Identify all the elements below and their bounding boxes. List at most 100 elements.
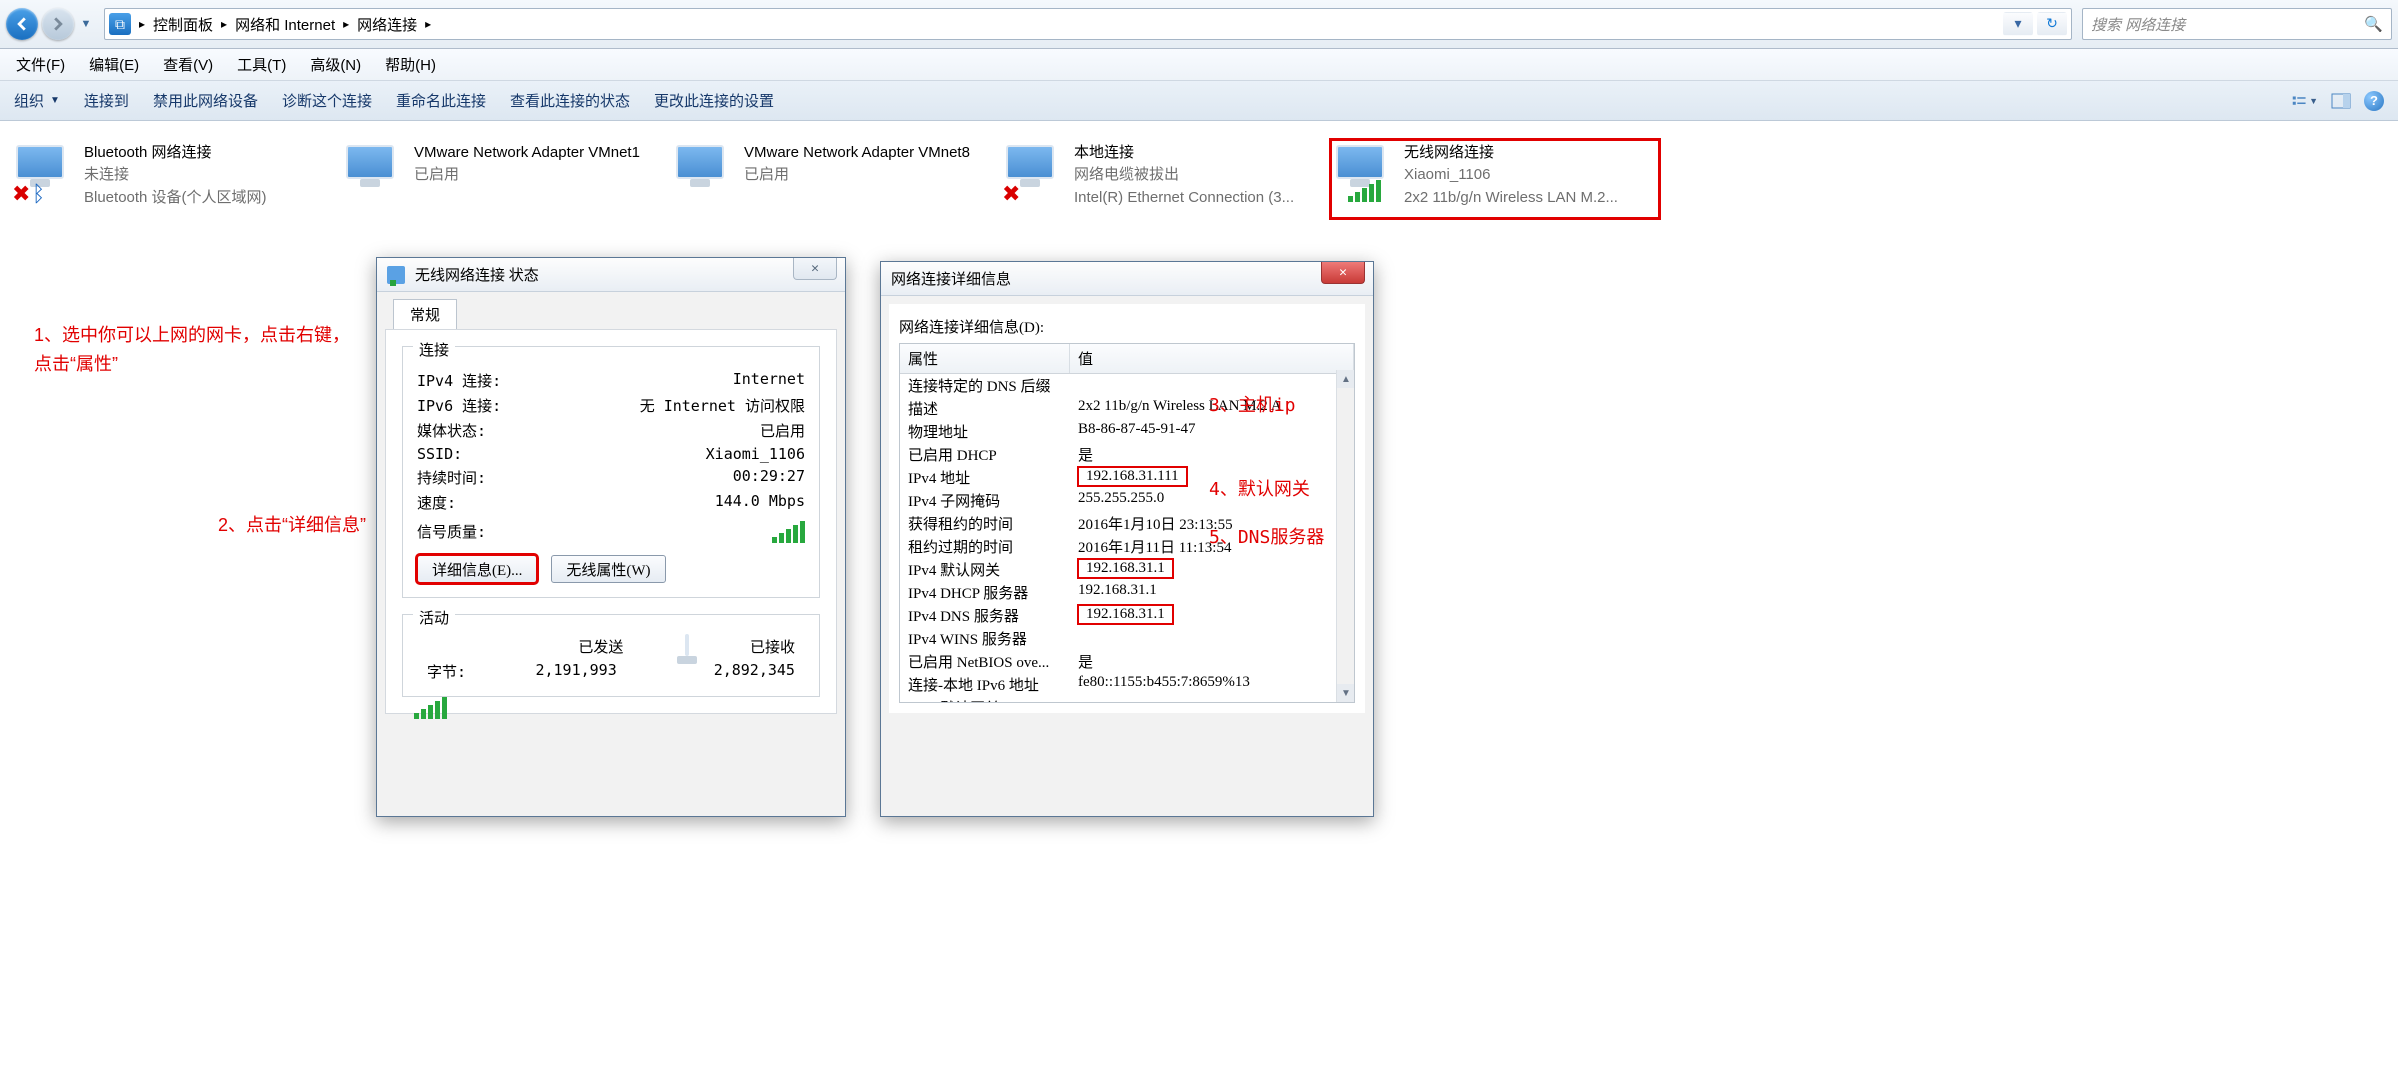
menu-help[interactable]: 帮助(H) — [385, 54, 436, 75]
cmd-status[interactable]: 查看此连接的状态 — [510, 90, 630, 111]
connection-icon — [676, 145, 732, 201]
menu-edit[interactable]: 编辑(E) — [89, 54, 139, 75]
list-icon — [2292, 93, 2307, 109]
property-row[interactable]: IPv4 DNS 服务器192.168.31.1 — [900, 604, 1354, 627]
property-name: IPv4 默认网关 — [900, 558, 1070, 581]
property-name: IPv4 子网掩码 — [900, 489, 1070, 512]
dialog-title-bar[interactable]: 无线网络连接 状态 — [377, 258, 845, 292]
property-row[interactable]: 已启用 NetBIOS ove...是 — [900, 650, 1354, 673]
property-name: 已启用 DHCP — [900, 443, 1070, 466]
col-value[interactable]: 值 — [1070, 344, 1354, 373]
property-value: 是 — [1070, 650, 1354, 673]
cmd-diagnose[interactable]: 诊断这个连接 — [282, 90, 372, 111]
pane-icon — [2331, 93, 2351, 109]
network-icon: ⧉ — [109, 13, 131, 35]
chevron-right-icon: ▸ — [139, 17, 145, 31]
dialog-title-bar[interactable]: 网络连接详细信息 — [881, 262, 1373, 296]
details-dialog: 网络连接详细信息 ✕ 网络连接详细信息(D): 属性 值 连接特定的 DNS 后… — [880, 261, 1374, 817]
dialog-title: 无线网络连接 状态 — [415, 264, 539, 285]
property-value: 192.168.31.1 — [1070, 604, 1354, 627]
status-dialog: 无线网络连接 状态 ✕ 常规 连接 IPv4 连接:InternetIPv6 连… — [376, 257, 846, 817]
connection-name: VMware Network Adapter VMnet1 — [414, 143, 640, 163]
organize-button[interactable]: 组织 ▼ — [14, 90, 60, 111]
scrollbar[interactable]: ▲ ▼ — [1336, 370, 1354, 702]
preview-pane-button[interactable] — [2328, 89, 2354, 113]
chevron-right-icon: ▸ — [425, 17, 431, 31]
view-mode-button[interactable]: ▼ — [2292, 89, 2318, 113]
menu-file[interactable]: 文件(F) — [16, 54, 65, 75]
menu-advanced[interactable]: 高级(N) — [310, 54, 361, 75]
status-value: 已启用 — [760, 420, 805, 441]
address-dropdown[interactable]: ▾ — [2003, 12, 2033, 36]
menu-view[interactable]: 查看(V) — [163, 54, 213, 75]
chevron-right-icon: ▸ — [343, 17, 349, 31]
command-bar: 组织 ▼ 连接到 禁用此网络设备 诊断这个连接 重命名此连接 查看此连接的状态 … — [0, 81, 2398, 121]
property-row[interactable]: IPv4 WINS 服务器 — [900, 627, 1354, 650]
annotation-5: 5、DNS服务器 — [1209, 524, 1324, 553]
history-dropdown[interactable]: ▼ — [78, 14, 94, 34]
connection-status: 未连接 — [84, 165, 267, 185]
address-bar[interactable]: ⧉ ▸ 控制面板 ▸ 网络和 Internet ▸ 网络连接 ▸ ▾ ↻ — [104, 8, 2072, 40]
tab-general[interactable]: 常规 — [393, 299, 457, 330]
connection-device: 已启用 — [744, 165, 970, 185]
organize-label: 组织 — [14, 90, 44, 111]
connection-item[interactable]: ✖本地连接网络电缆被拔出Intel(R) Ethernet Connection… — [1000, 139, 1330, 219]
status-key: 持续时间: — [417, 467, 486, 488]
signal-label: 信号质量: — [417, 521, 486, 543]
details-button[interactable]: 详细信息(E)... — [417, 555, 537, 583]
arrow-left-icon — [15, 17, 29, 31]
property-row[interactable]: IPv6 默认网关 — [900, 696, 1354, 703]
bytes-sent: 2,191,993 — [535, 661, 616, 682]
menu-tools[interactable]: 工具(T) — [237, 54, 286, 75]
status-value: Internet — [733, 370, 805, 391]
breadcrumb[interactable]: 网络和 Internet — [235, 14, 335, 35]
connection-item[interactable]: ✖ᛒBluetooth 网络连接未连接Bluetooth 设备(个人区域网) — [10, 139, 340, 219]
cmd-disable[interactable]: 禁用此网络设备 — [153, 90, 258, 111]
breadcrumb[interactable]: 网络连接 — [357, 14, 417, 35]
computer-icon — [685, 636, 689, 657]
property-name: 租约过期的时间 — [900, 535, 1070, 558]
property-row[interactable]: 已启用 DHCP是 — [900, 443, 1354, 466]
wireless-properties-button[interactable]: 无线属性(W) — [551, 555, 665, 583]
connection-icon: ✖ᛒ — [16, 145, 72, 201]
cmd-settings[interactable]: 更改此连接的设置 — [654, 90, 774, 111]
scroll-up-icon[interactable]: ▲ — [1337, 370, 1355, 388]
search-icon[interactable]: 🔍 — [2364, 15, 2383, 33]
col-property[interactable]: 属性 — [900, 344, 1070, 373]
property-row[interactable]: 物理地址B8-86-87-45-91-47 — [900, 420, 1354, 443]
search-box[interactable]: 搜索 网络连接 🔍 — [2082, 8, 2392, 40]
scroll-down-icon[interactable]: ▼ — [1337, 684, 1355, 702]
status-key: SSID: — [417, 445, 462, 463]
connection-icon: ✖ — [1006, 145, 1062, 201]
recv-label: 已接收 — [750, 636, 795, 657]
connection-item[interactable]: VMware Network Adapter VMnet8已启用 — [670, 139, 1000, 219]
group-connection: 连接 — [413, 339, 455, 360]
refresh-button[interactable]: ↻ — [2037, 12, 2067, 36]
connections-grid: ✖ᛒBluetooth 网络连接未连接Bluetooth 设备(个人区域网)VM… — [0, 121, 2398, 219]
help-button[interactable]: ? — [2364, 91, 2384, 111]
search-placeholder: 搜索 网络连接 — [2091, 14, 2185, 35]
close-button[interactable]: ✕ — [793, 258, 837, 280]
property-value: 是 — [1070, 443, 1354, 466]
property-row[interactable]: 连接-本地 IPv6 地址fe80::1155:b455:7:8659%13 — [900, 673, 1354, 696]
connection-status: 网络电缆被拔出 — [1074, 165, 1294, 185]
connection-name: VMware Network Adapter VMnet8 — [744, 143, 970, 163]
connection-item[interactable]: 无线网络连接Xiaomi_11062x2 11b/g/n Wireless LA… — [1330, 139, 1660, 219]
property-row[interactable]: IPv4 DHCP 服务器192.168.31.1 — [900, 581, 1354, 604]
content-area: ✖ᛒBluetooth 网络连接未连接Bluetooth 设备(个人区域网)VM… — [0, 121, 2398, 1082]
property-name: IPv6 默认网关 — [900, 696, 1070, 703]
cmd-connect-to[interactable]: 连接到 — [84, 90, 129, 111]
forward-button[interactable] — [42, 8, 74, 40]
property-row[interactable]: IPv4 默认网关192.168.31.1 — [900, 558, 1354, 581]
property-value: 192.168.31.1 — [1070, 581, 1354, 604]
wifi-icon — [387, 266, 405, 284]
breadcrumb[interactable]: 控制面板 — [153, 14, 213, 35]
connection-item[interactable]: VMware Network Adapter VMnet1已启用 — [340, 139, 670, 219]
cmd-rename[interactable]: 重命名此连接 — [396, 90, 486, 111]
connection-device: Bluetooth 设备(个人区域网) — [84, 188, 267, 208]
back-button[interactable] — [6, 8, 38, 40]
close-button[interactable]: ✕ — [1321, 262, 1365, 284]
property-value: B8-86-87-45-91-47 — [1070, 420, 1354, 443]
property-name: IPv4 DNS 服务器 — [900, 604, 1070, 627]
property-value — [1070, 696, 1354, 703]
